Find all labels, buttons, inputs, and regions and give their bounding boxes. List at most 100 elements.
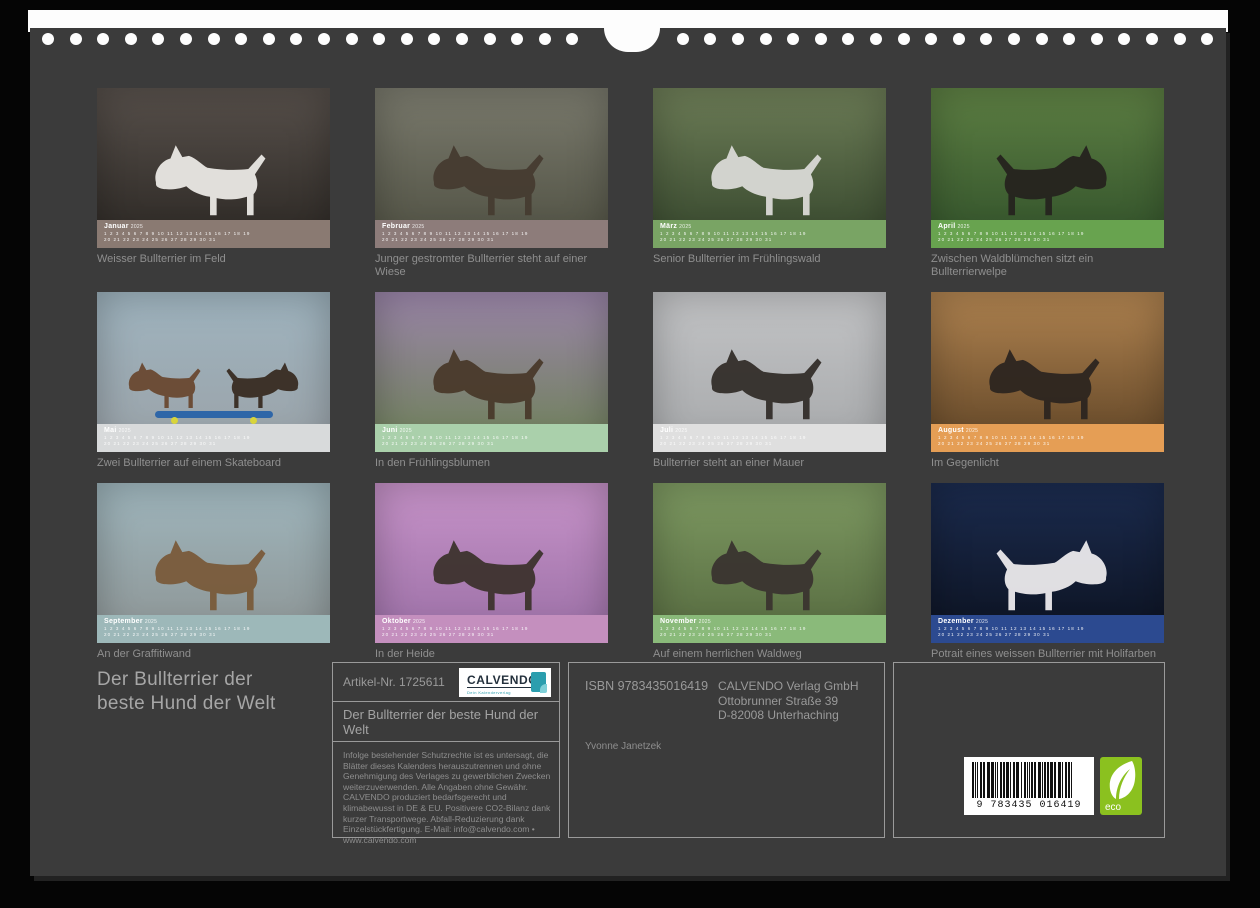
binding-hole bbox=[704, 33, 716, 45]
month-card: April20251 2 3 4 5 6 7 8 9 10 11 12 13 1… bbox=[931, 88, 1164, 279]
binding-hole bbox=[1036, 33, 1048, 45]
month-caption: An der Graffitiwand bbox=[97, 648, 330, 661]
binding-hole bbox=[925, 33, 937, 45]
month-year: 2025 bbox=[413, 619, 425, 625]
publisher-line: D-82008 Unterhaching bbox=[718, 708, 870, 723]
binding-hole bbox=[152, 33, 164, 45]
binding-hole bbox=[511, 33, 523, 45]
mini-calendar-row2: 20 21 22 23 24 25 26 27 28 29 30 31 bbox=[660, 441, 879, 447]
binding-hole bbox=[732, 33, 744, 45]
month-caption: Im Gegenlicht bbox=[931, 457, 1164, 470]
month-label: Oktober bbox=[382, 618, 411, 625]
month-label: November bbox=[660, 618, 697, 625]
month-card: September20251 2 3 4 5 6 7 8 9 10 11 12 … bbox=[97, 483, 330, 661]
month-year: 2025 bbox=[957, 224, 969, 230]
month-photo: Januar20251 2 3 4 5 6 7 8 9 10 11 12 13 … bbox=[97, 88, 330, 248]
month-photo: Februar20251 2 3 4 5 6 7 8 9 10 11 12 13… bbox=[375, 88, 608, 248]
month-grid: Januar20251 2 3 4 5 6 7 8 9 10 11 12 13 … bbox=[97, 88, 1164, 661]
isbn-text: ISBN 9783435016419 bbox=[585, 679, 708, 723]
month-label: August bbox=[938, 427, 964, 434]
month-strip: Dezember20251 2 3 4 5 6 7 8 9 10 11 12 1… bbox=[931, 615, 1164, 643]
binding-hole bbox=[180, 33, 192, 45]
mini-calendar-row2: 20 21 22 23 24 25 26 27 28 29 30 31 bbox=[660, 632, 879, 638]
month-card: Oktober20251 2 3 4 5 6 7 8 9 10 11 12 13… bbox=[375, 483, 608, 661]
dog-silhouette bbox=[217, 359, 303, 412]
mini-calendar-row2: 20 21 22 23 24 25 26 27 28 29 30 31 bbox=[104, 441, 323, 447]
month-photo: Juni20251 2 3 4 5 6 7 8 9 10 11 12 13 14… bbox=[375, 292, 608, 452]
month-card: Januar20251 2 3 4 5 6 7 8 9 10 11 12 13 … bbox=[97, 88, 330, 279]
binding-hole bbox=[566, 33, 578, 45]
legal-text: Infolge bestehender Schutzrechte ist es … bbox=[333, 742, 559, 845]
mini-calendar-row2: 20 21 22 23 24 25 26 27 28 29 30 31 bbox=[104, 237, 323, 243]
product-title: Der Bullterrier der beste Hund der Welt bbox=[97, 668, 276, 716]
eco-leaf-icon bbox=[1104, 759, 1138, 801]
info-panel-left: Artikel-Nr. 1725611 CALVENDO Dein Kalend… bbox=[332, 662, 560, 838]
binding-hole bbox=[263, 33, 275, 45]
month-card: November20251 2 3 4 5 6 7 8 9 10 11 12 1… bbox=[653, 483, 886, 661]
binding-hole bbox=[208, 33, 220, 45]
month-caption: Auf einem herrlichen Waldweg bbox=[653, 648, 886, 661]
month-strip: August20251 2 3 4 5 6 7 8 9 10 11 12 13 … bbox=[931, 424, 1164, 452]
binding-hole bbox=[401, 33, 413, 45]
calendar-title-box: Der Bullterrier der beste Hund der Welt bbox=[333, 702, 559, 742]
binding-hole bbox=[42, 33, 54, 45]
dog-silhouette bbox=[704, 535, 836, 617]
month-year: 2025 bbox=[145, 619, 157, 625]
month-strip: Juli20251 2 3 4 5 6 7 8 9 10 11 12 13 14… bbox=[653, 424, 886, 452]
month-strip: Juni20251 2 3 4 5 6 7 8 9 10 11 12 13 14… bbox=[375, 424, 608, 452]
binding-hole bbox=[815, 33, 827, 45]
month-year: 2025 bbox=[400, 428, 412, 434]
binding-hole bbox=[953, 33, 965, 45]
calendar-glyph-icon bbox=[531, 672, 546, 692]
month-label: September bbox=[104, 618, 143, 625]
binding-hole bbox=[1146, 33, 1158, 45]
dog-silhouette bbox=[704, 344, 836, 426]
month-year: 2025 bbox=[119, 428, 131, 434]
month-label: Mai bbox=[104, 427, 117, 434]
dog-silhouette bbox=[426, 344, 558, 426]
binding-hole bbox=[842, 33, 854, 45]
binding-hole bbox=[373, 33, 385, 45]
mini-calendar-row2: 20 21 22 23 24 25 26 27 28 29 30 31 bbox=[382, 632, 601, 638]
binding-hole bbox=[760, 33, 772, 45]
month-strip: Mai20251 2 3 4 5 6 7 8 9 10 11 12 13 14 … bbox=[97, 424, 330, 452]
skateboard bbox=[155, 411, 273, 418]
month-label: Dezember bbox=[938, 618, 974, 625]
month-year: 2025 bbox=[976, 619, 988, 625]
month-caption: Zwischen Waldblümchen sitzt ein Bullterr… bbox=[931, 253, 1164, 279]
dog-silhouette bbox=[982, 140, 1114, 222]
month-strip: Januar20251 2 3 4 5 6 7 8 9 10 11 12 13 … bbox=[97, 220, 330, 248]
mini-calendar-row2: 20 21 22 23 24 25 26 27 28 29 30 31 bbox=[938, 632, 1157, 638]
month-caption: Bullterrier steht an einer Mauer bbox=[653, 457, 886, 470]
dog-silhouette bbox=[704, 140, 836, 222]
month-card: Juli20251 2 3 4 5 6 7 8 9 10 11 12 13 14… bbox=[653, 292, 886, 470]
month-label: Februar bbox=[382, 223, 410, 230]
month-strip: Februar20251 2 3 4 5 6 7 8 9 10 11 12 13… bbox=[375, 220, 608, 248]
calendar-back-page: Januar20251 2 3 4 5 6 7 8 9 10 11 12 13 … bbox=[30, 28, 1226, 876]
month-card: März20251 2 3 4 5 6 7 8 9 10 11 12 13 14… bbox=[653, 88, 886, 279]
month-year: 2025 bbox=[699, 619, 711, 625]
binding-hole bbox=[1174, 33, 1186, 45]
binding-hole bbox=[1118, 33, 1130, 45]
dog-silhouette bbox=[426, 535, 558, 617]
binding-hole bbox=[318, 33, 330, 45]
month-year: 2025 bbox=[412, 224, 424, 230]
binding-hole bbox=[456, 33, 468, 45]
dog-silhouette bbox=[982, 535, 1114, 617]
barcode-bars bbox=[972, 762, 1086, 798]
month-photo: Mai20251 2 3 4 5 6 7 8 9 10 11 12 13 14 … bbox=[97, 292, 330, 452]
product-title-line2: beste Hund der Welt bbox=[97, 692, 276, 716]
mini-calendar-row2: 20 21 22 23 24 25 26 27 28 29 30 31 bbox=[660, 237, 879, 243]
month-photo: August20251 2 3 4 5 6 7 8 9 10 11 12 13 … bbox=[931, 292, 1164, 452]
month-year: 2025 bbox=[675, 428, 687, 434]
product-photo-stage: Januar20251 2 3 4 5 6 7 8 9 10 11 12 13 … bbox=[0, 0, 1260, 908]
mini-calendar-row2: 20 21 22 23 24 25 26 27 28 29 30 31 bbox=[104, 632, 323, 638]
article-number: Artikel-Nr. 1725611 bbox=[343, 675, 445, 689]
month-card: Dezember20251 2 3 4 5 6 7 8 9 10 11 12 1… bbox=[931, 483, 1164, 661]
month-card: Februar20251 2 3 4 5 6 7 8 9 10 11 12 13… bbox=[375, 88, 608, 279]
dog-silhouette bbox=[148, 140, 280, 222]
binding-hole bbox=[1201, 33, 1213, 45]
month-caption: Junger gestromter Bullterrier steht auf … bbox=[375, 253, 608, 279]
month-photo: September20251 2 3 4 5 6 7 8 9 10 11 12 … bbox=[97, 483, 330, 643]
month-caption: Weisser Bullterrier im Feld bbox=[97, 253, 330, 266]
